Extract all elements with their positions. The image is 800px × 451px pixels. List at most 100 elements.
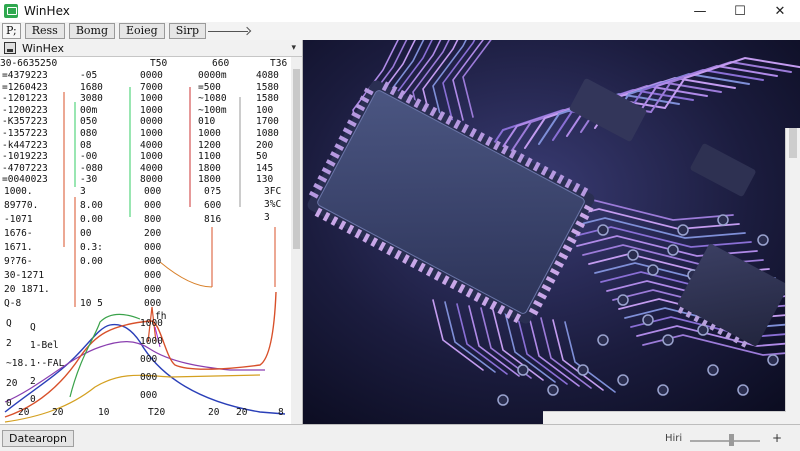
hex-cell: 3FC <box>264 186 282 197</box>
chevron-down-icon[interactable]: ▾ <box>291 43 296 53</box>
zoom-in-icon[interactable]: + <box>772 431 782 445</box>
app-icon <box>4 4 18 18</box>
hex-row-label: 1676- <box>4 228 33 239</box>
hex-cell: 1680 <box>80 81 103 93</box>
hex-cell: 000 <box>144 284 162 295</box>
hex-cell: 100 <box>256 104 274 116</box>
hex-row-label: 9?76- <box>4 256 33 267</box>
chart-label: 2 <box>30 376 36 387</box>
solder-pad <box>657 384 669 396</box>
hex-cell: 010 <box>198 116 216 128</box>
hex-cell: 00 <box>80 228 92 239</box>
hex-row-label: 20 1871. <box>4 284 50 295</box>
status-bar: Datearopn Hiri + <box>0 424 800 451</box>
hex-cell: 08 <box>80 139 92 151</box>
hex-cell: 1000 <box>140 104 163 116</box>
chart-value: 000 <box>140 354 158 365</box>
hex-cell: 8000 <box>140 174 163 186</box>
hex-cell: 4000 <box>140 139 163 151</box>
chart-y-label: 2 <box>6 338 12 349</box>
chart-y-label: 20 <box>6 378 18 389</box>
chart-label: 1-Bel <box>30 340 59 351</box>
minimize-button[interactable]: — <box>680 0 720 22</box>
chart-x-label: 20 <box>18 407 30 418</box>
zoom-slider-thumb[interactable] <box>729 434 734 446</box>
chart-y-label: Q <box>6 318 12 329</box>
toolbar-button-eoieg[interactable]: Eoieg <box>119 23 165 39</box>
zoom-slider-track[interactable] <box>690 440 760 442</box>
chart-y-label: ~18. <box>6 358 29 369</box>
hex-cell: ~1080 <box>198 93 227 105</box>
hex-cell: 1000 <box>140 151 163 163</box>
status-button[interactable]: Datearopn <box>2 430 74 447</box>
hex-row-label: 1000. <box>4 186 33 197</box>
hex-row-label: 1671. <box>4 242 33 253</box>
toolbar-button-ress[interactable]: Ress <box>24 23 65 39</box>
toolbar-button-sirp[interactable]: Sirp <box>168 23 207 39</box>
solder-pad <box>677 224 689 236</box>
hex-cell: 10 5 <box>80 298 103 309</box>
hex-cell: 3 <box>80 186 86 197</box>
image-horizontal-scrollbar[interactable] <box>543 411 786 424</box>
hex-cell: 7000 <box>140 81 163 93</box>
hex-cell: 50 <box>256 151 268 163</box>
chart-y-label: 0 <box>6 398 12 409</box>
solder-pad <box>707 364 719 376</box>
maximize-button[interactable]: ☐ <box>720 0 760 22</box>
hex-cell: 1580 <box>256 93 279 105</box>
toolbar-button-p[interactable]: P; <box>2 23 21 39</box>
panel-title: WinHex <box>22 41 65 55</box>
hex-cell: 0.00 <box>80 214 103 225</box>
hex-cell: -1201223 <box>2 93 48 105</box>
arrow-right-icon[interactable] <box>208 24 254 38</box>
hex-cell: -k447223 <box>2 139 48 151</box>
hex-cell: 0000 <box>140 116 163 128</box>
hex-cell: 145 <box>256 162 274 174</box>
toolbar-button-bomg[interactable]: Bomg <box>68 23 115 39</box>
hex-cell: 4000 <box>140 162 163 174</box>
solder-pad <box>547 384 559 396</box>
solder-pad <box>737 384 749 396</box>
image-vertical-scrollbar[interactable] <box>785 128 800 424</box>
chart-x-label: 20 <box>236 407 248 418</box>
hex-cell: 050 <box>80 116 98 128</box>
hex-row-label: -1071 <box>4 214 33 225</box>
solder-pad <box>577 364 589 376</box>
hex-panel: WinHex ▾ 30-6635250 T50 660 T36 =4379223 -05 0… <box>0 40 303 424</box>
chart-label: 1·-FAL <box>30 358 65 369</box>
hex-cell: 00m <box>80 104 98 116</box>
scrollbar-thumb[interactable] <box>293 69 300 249</box>
hex-cell: =1260423 <box>2 81 48 93</box>
hex-cell: 000 <box>144 256 162 267</box>
solder-pad <box>697 324 709 336</box>
hex-cell: 1200 <box>198 139 221 151</box>
scrollbar-thumb[interactable] <box>789 128 797 158</box>
vertical-scrollbar[interactable] <box>291 57 302 424</box>
hex-cell: 000 <box>144 242 162 253</box>
hex-row-label: Q-8 <box>4 298 22 309</box>
chart-label: 0 <box>30 394 36 405</box>
solder-pad <box>597 334 609 346</box>
chart-label: Q <box>30 322 36 333</box>
window-title: WinHex <box>24 4 70 18</box>
chart-value: 1000 <box>140 336 163 347</box>
hex-table[interactable]: 30-6635250 T50 660 T36 =4379223 -05 0000 0000m 4… <box>0 57 290 424</box>
solder-pad <box>662 334 674 346</box>
hex-cell: -1019223 <box>2 151 48 163</box>
hex-cell: 1580 <box>256 81 279 93</box>
hex-header-cell: T50 <box>150 58 168 69</box>
chart-x-label: 8 <box>278 407 284 418</box>
close-button[interactable]: ✕ <box>760 0 800 22</box>
hex-cell: 0000m <box>198 70 227 81</box>
hex-cell: -00 <box>80 151 98 163</box>
disk-icon <box>4 42 16 54</box>
circuit-board-image <box>303 40 800 424</box>
hex-header-cell: 660 <box>212 58 230 69</box>
chart-value: 000 <box>140 390 158 401</box>
chart-x-label: T20 <box>148 407 166 418</box>
hex-cell: -30 <box>80 174 98 186</box>
hex-cell: 1800 <box>198 174 221 186</box>
hex-cell: 3%C <box>264 199 282 210</box>
hex-cell: 1000 <box>140 93 163 105</box>
toolbar: P; Ress Bomg Eoieg Sirp <box>0 22 800 40</box>
